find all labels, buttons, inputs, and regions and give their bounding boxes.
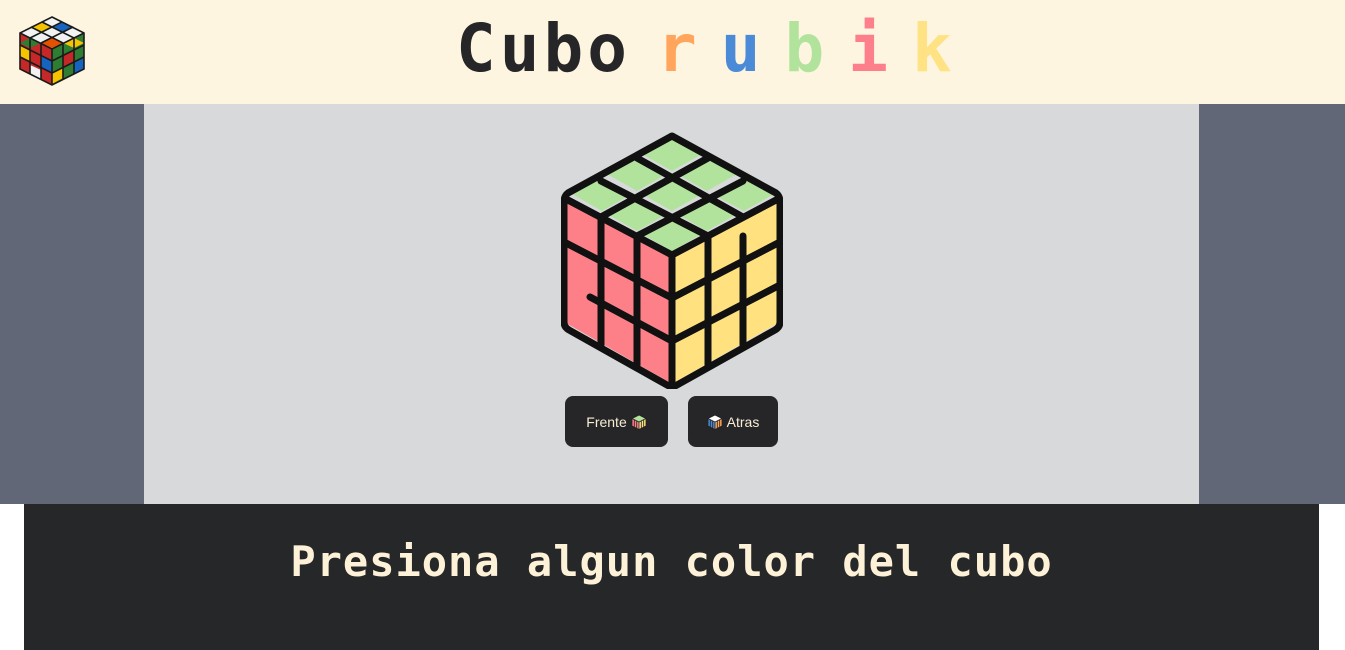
back-button-label: Atras	[726, 413, 760, 430]
title-letter-u: u	[720, 10, 765, 87]
back-button[interactable]: Atras	[688, 396, 778, 447]
message-panel: Presiona algun color del cubo	[24, 504, 1319, 650]
mini-cube-back-icon	[707, 414, 723, 430]
rubik-cube-icon[interactable]	[561, 131, 783, 389]
title-word: Cubo	[456, 10, 631, 87]
front-button-label: Frente	[586, 413, 627, 430]
title-letter-i: i	[848, 10, 892, 87]
page-edge	[1319, 504, 1345, 650]
front-button[interactable]: Frente	[565, 396, 668, 447]
title-letter-k: k	[911, 10, 956, 87]
rubik-cube-logo-icon	[19, 16, 85, 86]
title-letter-b: b	[784, 10, 829, 87]
instruction-message: Presiona algun color del cubo	[290, 537, 1053, 586]
mini-cube-front-icon	[631, 414, 647, 430]
app-header: Cubo r u b i k	[0, 0, 1345, 104]
page-title: Cubo r u b i k	[456, 14, 976, 84]
title-letter-r: r	[656, 10, 701, 87]
